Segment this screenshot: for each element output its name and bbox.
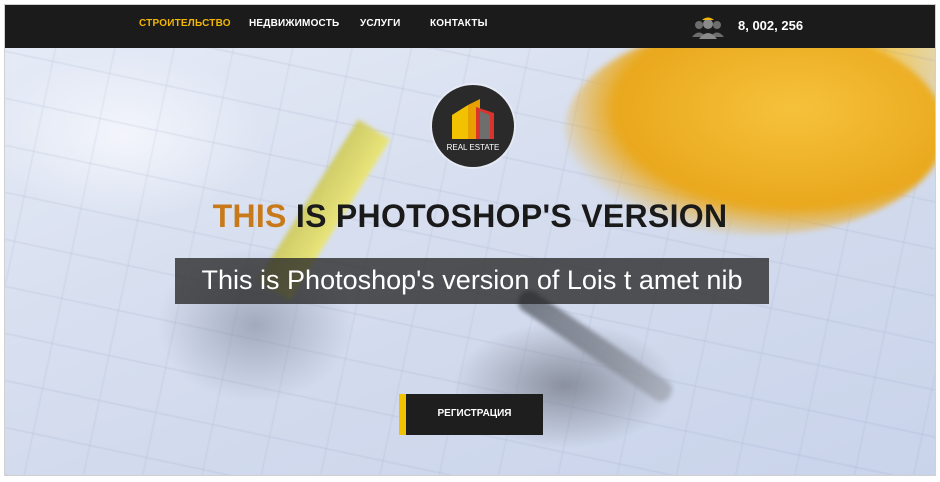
nav-item-contacts[interactable]: КОНТАКТЫ [430,18,488,29]
headline-rest: IS PHOTOSHOP'S VERSION [286,198,728,234]
hero-subline: This is Photoshop's version of Lois t am… [201,265,743,295]
register-button[interactable]: РЕГИСТРАЦИЯ [399,394,543,435]
nav-item-construction[interactable]: СТРОИТЕЛЬСТВО [139,18,231,29]
user-counter: 8, 002, 256 [738,18,804,33]
top-navbar: СТРОИТЕЛЬСТВО НЕДВИЖИМОСТЬ УСЛУГИ КОНТАК… [5,5,935,48]
page-frame: СТРОИТЕЛЬСТВО НЕДВИЖИМОСТЬ УСЛУГИ КОНТАК… [5,5,935,475]
register-button-label: РЕГИСТРАЦИЯ [437,408,512,419]
hero-headline: THIS IS PHOTOSHOP'S VERSION [5,198,935,235]
headline-accent: THIS [212,198,287,234]
real-estate-logo[interactable]: REAL ESTATE [432,85,514,167]
nav-item-services[interactable]: УСЛУГИ [360,18,401,29]
users-group-icon [692,17,724,39]
hero-subline-box: This is Photoshop's version of Lois t am… [175,258,769,304]
logo-text: REAL ESTATE [446,143,500,152]
nav-item-real-estate[interactable]: НЕДВИЖИМОСТЬ [249,18,339,29]
building-logo-icon [452,99,494,139]
